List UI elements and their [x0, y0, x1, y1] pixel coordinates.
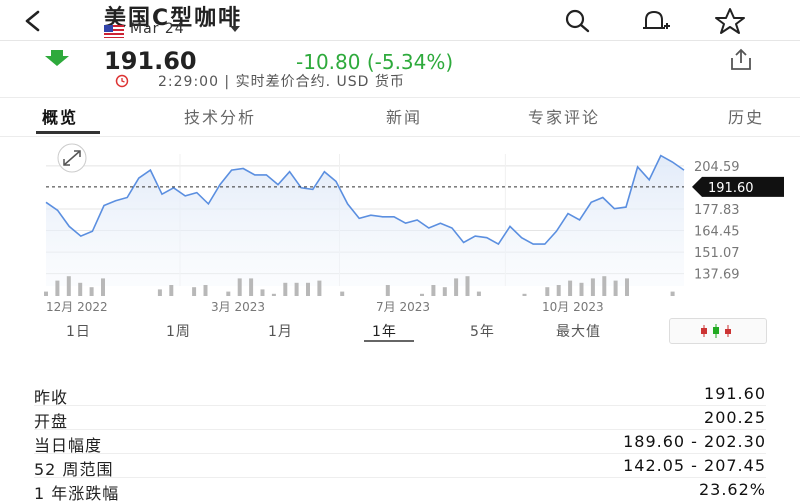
volume-bar [192, 287, 197, 296]
stat-row-1y-change: 1 年涨跌幅 23.62% [34, 477, 766, 503]
tab-history[interactable]: 历史 [728, 104, 764, 128]
bell-plus-icon [643, 10, 670, 29]
range-5y[interactable]: 5年 [470, 321, 495, 341]
volume-bar [249, 278, 254, 296]
stat-row-day-range: 当日幅度 189.60 - 202.30 [34, 429, 766, 455]
x-tick-label: 10月 2023 [542, 300, 604, 314]
volume-bar [340, 291, 345, 296]
tab-overview[interactable]: 概览 [42, 104, 78, 128]
volume-bar [306, 282, 310, 296]
share-button[interactable] [722, 46, 758, 72]
down-arrow-icon [42, 48, 72, 68]
volume-bar [431, 285, 436, 296]
quote-status: 2:29:00 | 实时差价合约. USD 货币 [158, 74, 405, 90]
search-icon [565, 9, 590, 33]
stat-value: 189.60 - 202.30 [623, 432, 766, 451]
volume-bar [602, 276, 607, 296]
tab-news[interactable]: 新闻 [386, 104, 422, 128]
range-1m[interactable]: 1月 [268, 321, 293, 341]
range-1d[interactable]: 1日 [66, 321, 91, 341]
volume-bar [590, 278, 595, 296]
volume-bar [203, 285, 208, 296]
y-tick-label: 137.69 [694, 268, 740, 283]
tab-analysis[interactable]: 专家评论 [528, 104, 600, 128]
stat-value: 200.25 [704, 408, 766, 427]
current-price-label: 191.60 [708, 181, 754, 196]
contract-selector[interactable]: Mar 24 [130, 21, 185, 37]
price-chart[interactable]: 204.59 177.83 164.45 151.07 137.69 191.60 12… [0, 138, 800, 316]
y-tick-label: 204.59 [694, 160, 740, 175]
volume-bar [545, 287, 550, 296]
range-1y[interactable]: 1年 [372, 321, 397, 341]
y-tick-label: 177.83 [694, 203, 740, 218]
stat-label: 1 年涨跌幅 [34, 484, 120, 503]
volume-bar [66, 276, 71, 296]
us-flag-icon [104, 23, 124, 38]
y-tick-label: 151.07 [694, 246, 740, 261]
volume-bar [442, 287, 447, 296]
volume-bar [101, 278, 105, 296]
caret-down-icon[interactable] [230, 26, 240, 32]
active-tab-indicator [36, 131, 100, 134]
volume-bar [169, 285, 174, 296]
y-tick-label: 164.45 [694, 225, 740, 240]
volume-bar [476, 291, 481, 296]
range-max[interactable]: 最大值 [556, 321, 601, 341]
volume-bar [522, 293, 527, 296]
volume-bar [670, 291, 675, 296]
search-button[interactable] [560, 6, 594, 36]
candlestick-toggle[interactable] [669, 318, 767, 344]
volume-bar [271, 293, 276, 296]
volume-bar [625, 278, 629, 296]
volume-bar [44, 291, 48, 296]
candlestick-icon [701, 324, 731, 338]
stat-value: 142.05 - 207.45 [623, 456, 766, 475]
stat-value: 191.60 [704, 384, 766, 403]
stat-row-prev-close: 昨收 191.60 [34, 381, 766, 407]
volume-bar [89, 287, 94, 296]
volume-bar [420, 293, 424, 296]
volume-bar [226, 291, 231, 296]
x-tick-label: 12月 2022 [46, 300, 108, 314]
volume-bar [613, 280, 618, 296]
current-price-marker: 191.60 [692, 176, 784, 197]
stat-row-52w-range: 52 周范围 142.05 - 207.45 [34, 453, 766, 479]
tab-technical[interactable]: 技术分析 [184, 104, 256, 128]
chevron-left-icon [25, 10, 40, 32]
volume-bar [317, 280, 322, 296]
volume-bar [157, 289, 162, 296]
volume-bar [294, 282, 299, 296]
volume-bar [237, 278, 242, 296]
header-divider [0, 40, 800, 41]
volume-bar [568, 280, 573, 296]
active-range-indicator [364, 340, 414, 342]
volume-bar [579, 282, 584, 296]
volume-bar [283, 282, 288, 296]
expand-chart-button[interactable] [57, 143, 87, 173]
stat-value: 23.62% [698, 480, 766, 499]
clock-icon [115, 73, 129, 88]
volume-bar [465, 276, 470, 296]
volume-bar [78, 282, 83, 296]
volume-bar [556, 285, 561, 296]
watchlist-button[interactable] [713, 6, 747, 36]
add-alert-button[interactable] [637, 6, 671, 36]
share-icon [731, 48, 751, 70]
volume-bar [260, 289, 265, 296]
back-button[interactable] [18, 4, 48, 38]
range-1w[interactable]: 1周 [166, 321, 191, 341]
x-tick-label: 7月 2023 [376, 300, 430, 314]
stat-row-open: 开盘 200.25 [34, 405, 766, 431]
volume-bar [55, 280, 60, 296]
x-tick-label: 3月 2023 [211, 300, 265, 314]
volume-bar [454, 278, 459, 296]
volume-bar [385, 285, 390, 296]
star-icon [715, 8, 745, 34]
